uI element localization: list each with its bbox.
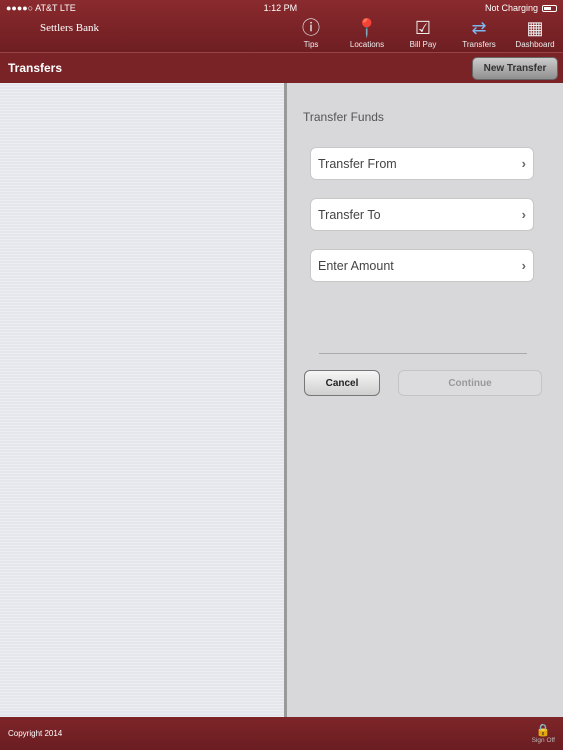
continue-button[interactable]: Continue — [398, 370, 542, 396]
settlers-bank-logo: Settlers Bank — [40, 22, 99, 34]
footer: Copyright 2014 🔒 Sign Off — [0, 717, 563, 750]
new-transfer-button[interactable]: New Transfer — [472, 56, 558, 80]
nav-bill-pay[interactable]: ☑ Bill Pay — [395, 16, 451, 49]
nav-transfers[interactable]: ⇄ Transfers — [451, 16, 507, 49]
transfer-arrows-icon: ⇄ — [471, 18, 487, 38]
left-pane — [0, 83, 284, 717]
grid-icon: ▦ — [526, 18, 544, 38]
location-pin-icon: 📍 — [355, 18, 379, 38]
transfer-to-row[interactable]: Transfer To › — [310, 198, 534, 231]
nav-tips[interactable]: ⓘ Tips — [283, 16, 339, 49]
page-title: Transfers — [8, 61, 63, 75]
battery-status: Not Charging — [484, 3, 538, 13]
chevron-right-icon: › — [521, 156, 526, 171]
main-nav: ⓘ Tips 📍 Locations ☑ Bill Pay ⇄ Transfers ▦ D… — [283, 16, 563, 49]
sign-off-button[interactable]: 🔒 Sign Off — [532, 723, 555, 744]
copyright: Copyright 2014 — [8, 729, 63, 738]
transfer-from-row[interactable]: Transfer From › — [310, 147, 534, 180]
chevron-right-icon: › — [521, 258, 526, 273]
status-bar: ●●●●○ AT&T LTE 1:12 PM Not Charging — [0, 0, 563, 16]
title-bar: Transfers New Transfer — [0, 52, 563, 83]
battery-icon — [541, 5, 557, 13]
lock-icon: 🔒 — [535, 723, 551, 737]
carrier: ●●●●○ AT&T LTE — [6, 3, 76, 13]
top-bar: ●●●●○ AT&T LTE 1:12 PM Not Charging Sett… — [0, 0, 563, 52]
form-title: Transfer Funds — [303, 110, 384, 124]
info-icon: ⓘ — [302, 18, 320, 38]
nav-locations[interactable]: 📍 Locations — [339, 16, 395, 49]
calendar-check-icon: ☑ — [414, 18, 432, 38]
clock: 1:12 PM — [263, 3, 298, 13]
chevron-right-icon: › — [521, 207, 526, 222]
nav-dashboard[interactable]: ▦ Dashboard — [507, 16, 563, 49]
transfer-form: Transfer Funds Transfer From › Transfer T… — [287, 83, 563, 717]
cancel-button[interactable]: Cancel — [304, 370, 380, 396]
enter-amount-row[interactable]: Enter Amount › — [310, 249, 534, 282]
divider-line — [319, 353, 527, 354]
